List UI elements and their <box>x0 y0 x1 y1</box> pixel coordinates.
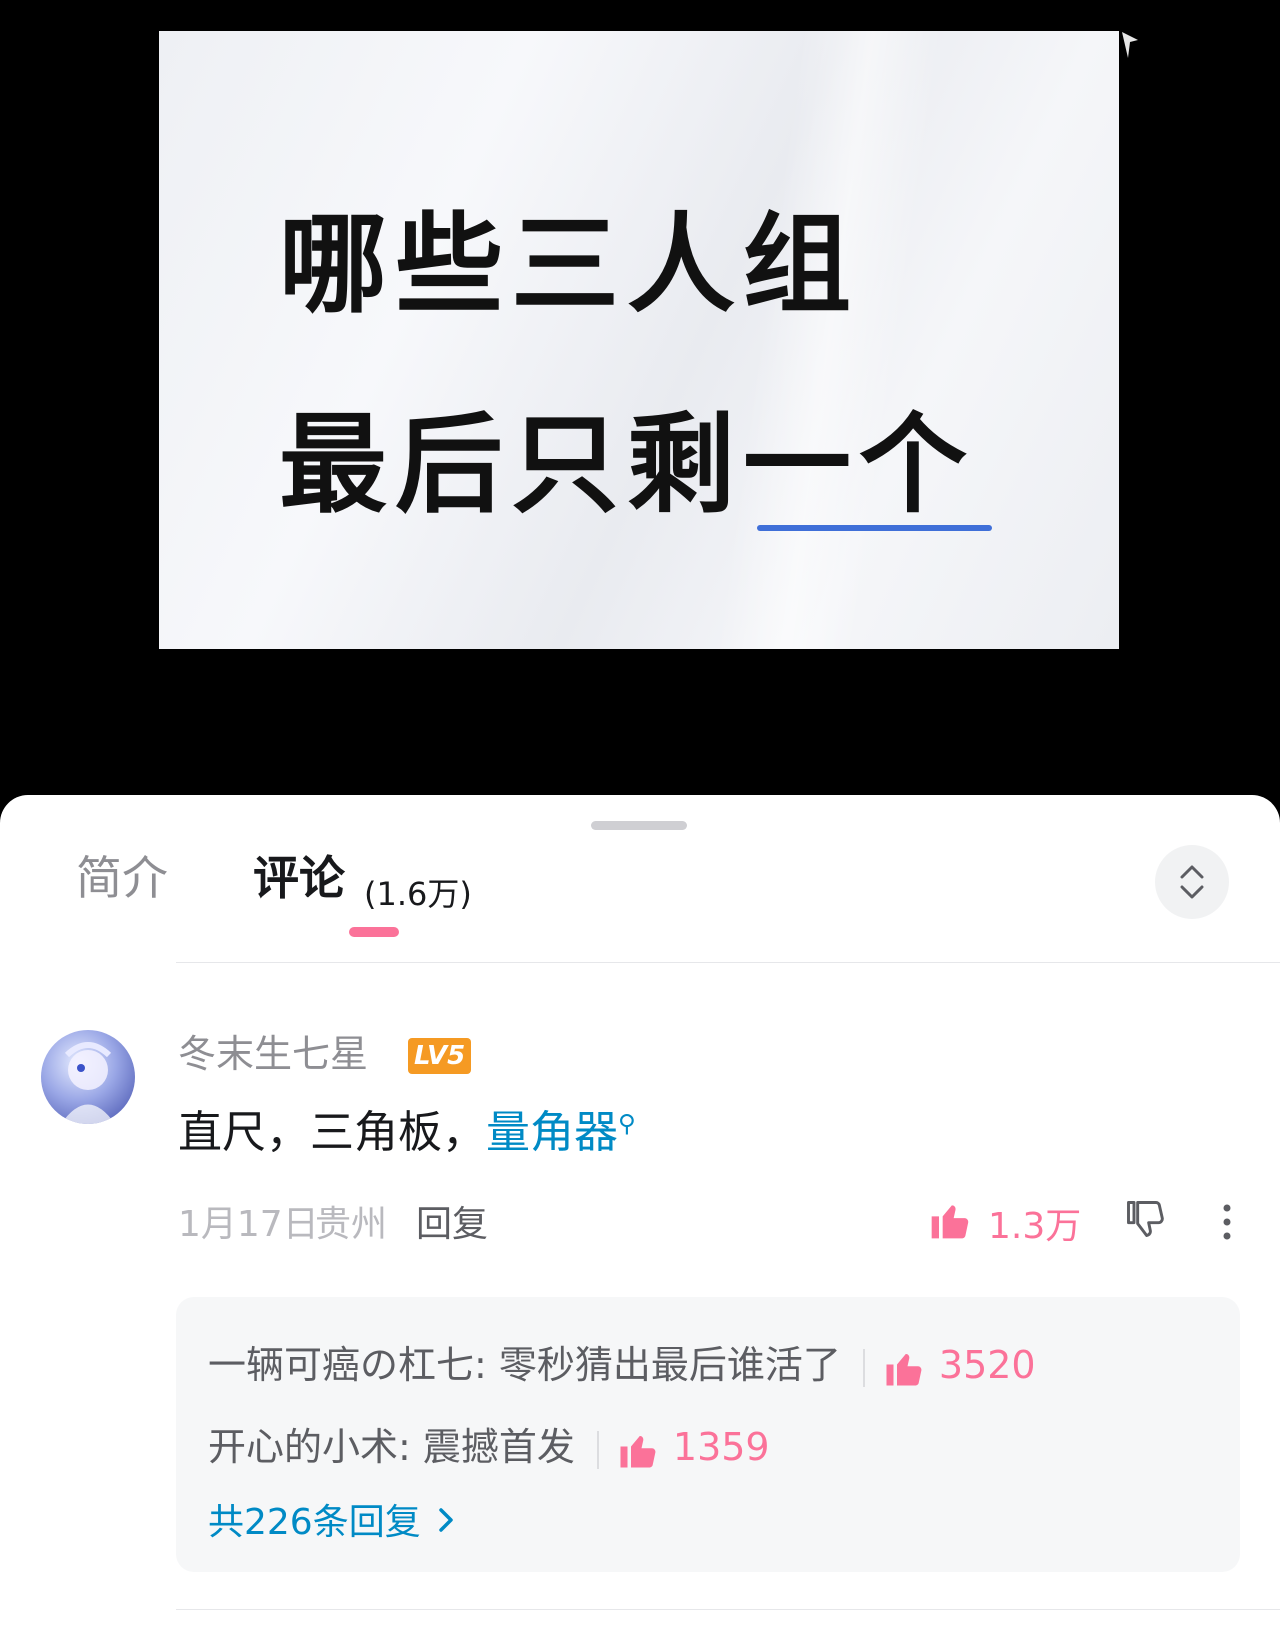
reply-text: 开心的小术: 震撼首发 <box>208 1425 575 1469</box>
reply-like-count: 3520 <box>938 1343 1036 1387</box>
total-replies-label: 共226条回复 <box>208 1502 421 1543</box>
thumbs-up-icon[interactable] <box>883 1347 925 1389</box>
tab-comments[interactable]: 评论 <box>253 855 345 901</box>
video-frame: 哪些三人组 最后只剩一个 <box>159 31 1119 649</box>
video-underline <box>757 525 992 531</box>
thumbs-up-icon[interactable] <box>928 1198 972 1242</box>
comment-location: 贵州 <box>315 1204 388 1245</box>
comment-count: (1.6万) <box>364 875 472 913</box>
reply-separator <box>862 1348 865 1387</box>
view-all-replies-link[interactable]: 共226条回复 <box>208 1501 455 1544</box>
expand-collapse-icon <box>1180 865 1204 899</box>
chevron-right-icon <box>438 1508 453 1532</box>
thumbs-up-icon[interactable] <box>617 1429 659 1471</box>
comment-sheet: 简介 评论 (1.6万) 冬末生七星 LV5 直尺，三角板，量角器⚲ 1月17日… <box>0 795 1280 1640</box>
avatar-image <box>61 1042 115 1124</box>
avatar[interactable] <box>41 1030 135 1124</box>
like-count: 1.3万 <box>988 1206 1082 1247</box>
comment-date: 1月17日 <box>178 1204 319 1245</box>
tab-intro[interactable]: 简介 <box>76 855 168 901</box>
comment-text-plain: 直尺，三角板， <box>178 1107 486 1158</box>
search-icon: ⚲ <box>618 1109 636 1138</box>
thumbs-down-icon[interactable] <box>1123 1197 1167 1241</box>
video-title-line2: 最后只剩一个 <box>279 402 976 528</box>
comment-keyword-link[interactable]: 量角器 <box>486 1107 618 1158</box>
comment-text: 直尺，三角板，量角器⚲ <box>178 1107 636 1160</box>
reply-button[interactable]: 回复 <box>416 1203 488 1246</box>
comment-username[interactable]: 冬末生七星 <box>178 1032 368 1078</box>
tab-indicator <box>349 927 399 937</box>
cursor-icon <box>1122 32 1138 58</box>
more-vertical-icon[interactable] <box>1222 1203 1232 1241</box>
sheet-grabber[interactable] <box>591 821 687 830</box>
level-badge: LV5 <box>408 1038 472 1074</box>
reply-text: 一辆可癌の杠七: 零秒猜出最后谁活了 <box>208 1343 841 1387</box>
video-title-line1: 哪些三人组 <box>279 202 860 328</box>
expand-button[interactable] <box>1155 845 1229 919</box>
replies-box[interactable]: 一辆可癌の杠七: 零秒猜出最后谁活了 3520 开心的小术: 震撼首发 1359 共… <box>176 1297 1240 1572</box>
bottom-divider <box>176 1609 1280 1610</box>
reply-item[interactable]: 一辆可癌の杠七: 零秒猜出最后谁活了 3520 <box>208 1343 1036 1389</box>
tabs-divider <box>176 962 1280 963</box>
video-player[interactable]: 哪些三人组 最后只剩一个 <box>0 0 1280 795</box>
video-sheen <box>715 31 943 649</box>
reply-like-count: 1359 <box>672 1425 770 1469</box>
reply-separator <box>596 1430 599 1469</box>
reply-item[interactable]: 开心的小术: 震撼首发 1359 <box>208 1425 770 1471</box>
